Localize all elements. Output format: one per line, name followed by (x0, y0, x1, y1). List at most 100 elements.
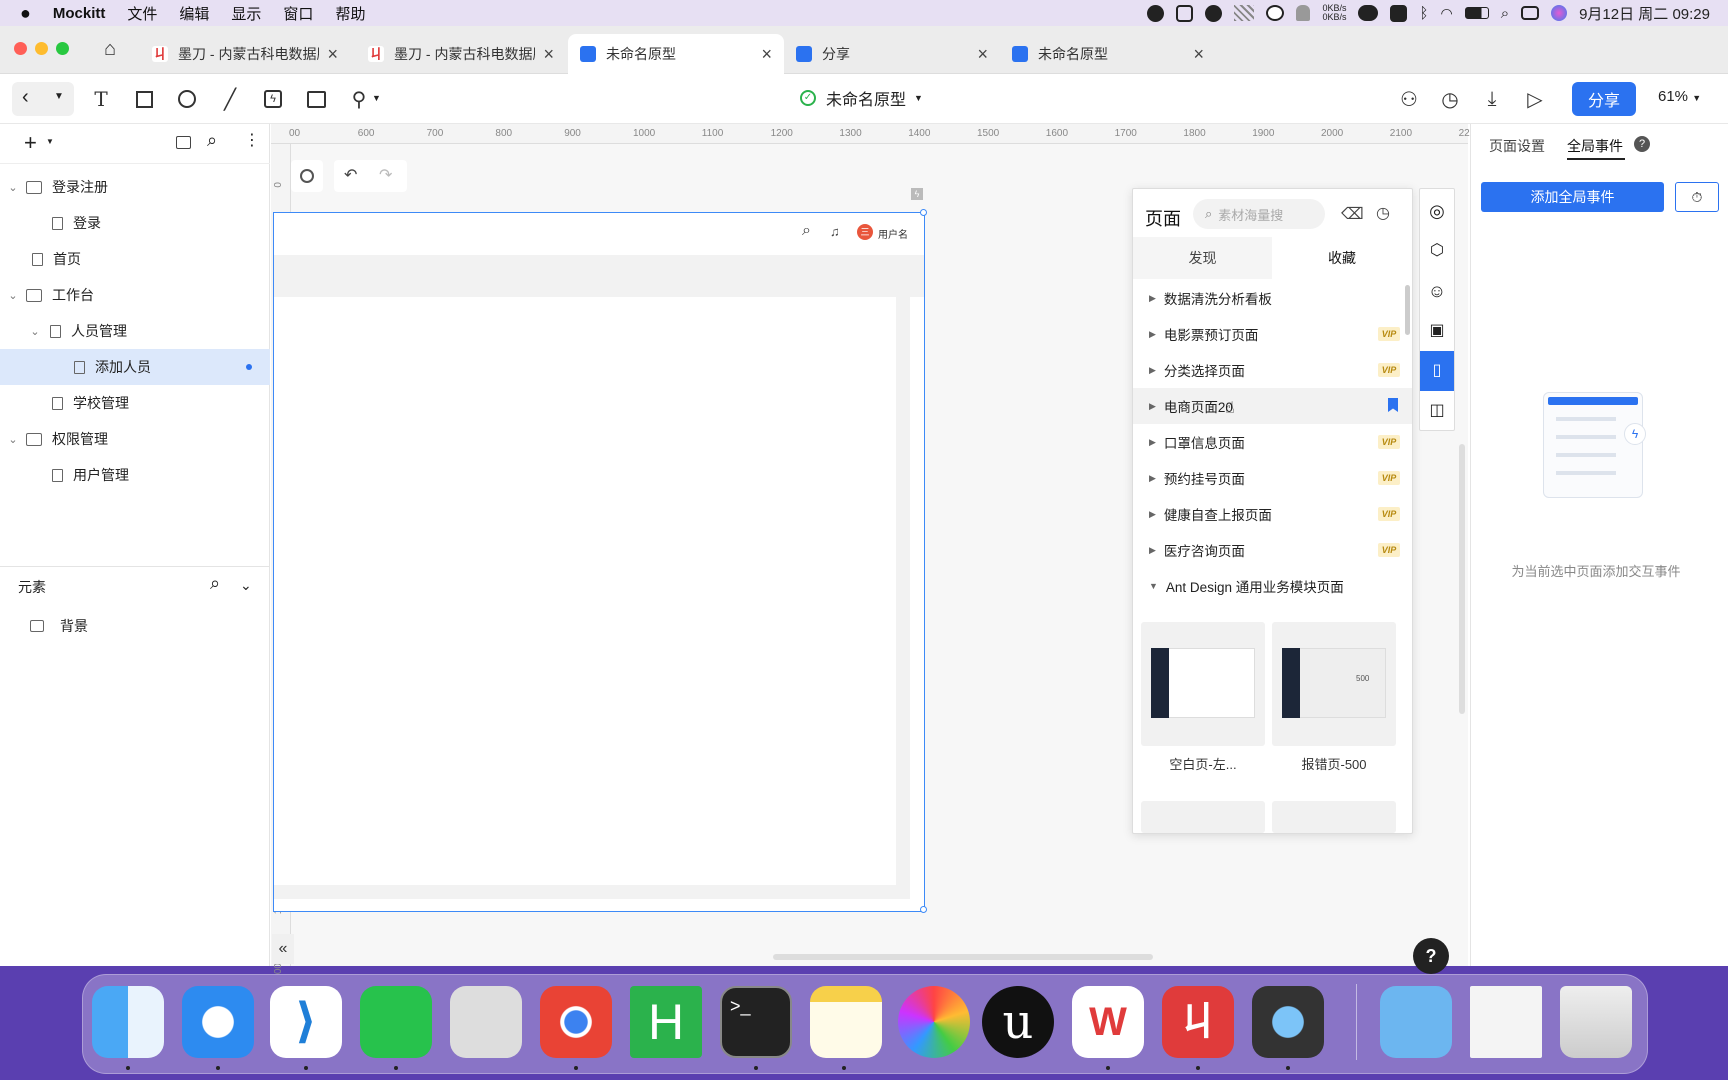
project-title[interactable]: ✓ 未命名原型 ▼ (800, 86, 923, 110)
search-icon[interactable]: ⌕ (802, 222, 811, 240)
user-name[interactable]: 用户名 (878, 226, 908, 241)
wechat-status-icon[interactable] (1358, 5, 1379, 21)
tab-share[interactable]: 分享 × (784, 34, 1000, 74)
template-thumbnail[interactable] (1141, 801, 1265, 833)
cat-icon[interactable] (1296, 5, 1311, 21)
zoom-level[interactable]: 61% ▼ (1658, 88, 1701, 105)
chevron-down-icon[interactable]: ▼ (46, 137, 54, 146)
tab-page-settings[interactable]: 页面设置 (1489, 136, 1545, 156)
tree-item-add-staff[interactable]: 添加人员 (0, 349, 270, 385)
minimize-window-button[interactable] (35, 42, 48, 55)
text-tool-icon[interactable]: T (88, 86, 114, 112)
tree-item-login-register[interactable]: ⌄ 登录注册 (0, 169, 270, 205)
tab-global-events[interactable]: 全局事件 (1567, 136, 1623, 156)
add-global-event-button[interactable]: 添加全局事件 (1481, 182, 1664, 212)
grid-icon[interactable] (1176, 4, 1194, 22)
library-group-header[interactable]: ▼ Ant Design 通用业务模块页面 (1133, 568, 1412, 604)
script-icon[interactable] (1390, 4, 1408, 22)
library-item-hovered[interactable]: ▶ 电商页面20 ☝ (1133, 388, 1412, 424)
target-icon[interactable]: ◎ (1420, 193, 1454, 229)
status-app-icon[interactable] (1205, 4, 1223, 22)
help-button[interactable]: ? (1413, 938, 1449, 974)
back-icon[interactable]: ‹ (22, 86, 29, 109)
close-tab-icon[interactable]: × (543, 44, 554, 65)
menu-app-name[interactable]: Mockitt (53, 5, 106, 22)
redo-icon[interactable]: ↷ (379, 165, 392, 185)
tree-item-home[interactable]: 首页 (0, 241, 270, 277)
close-tab-icon[interactable]: × (977, 44, 988, 65)
eraser-icon[interactable]: ⌫ (1341, 204, 1364, 224)
history-icon[interactable]: ◷ (1437, 86, 1463, 112)
template-thumbnail[interactable] (1272, 801, 1396, 833)
line-tool-icon[interactable]: ╱ (217, 86, 243, 112)
library-item[interactable]: ▶ 电影票预订页面 VIP (1133, 316, 1412, 352)
fullscreen-window-button[interactable] (56, 42, 69, 55)
wechat-devtools-icon[interactable] (450, 986, 522, 1058)
terminal-icon[interactable]: >_ (720, 986, 792, 1058)
search-icon[interactable]: ⌕ (207, 130, 217, 151)
avatar[interactable]: 三 (857, 224, 873, 240)
library-item[interactable]: ▶ 口罩信息页面 VIP (1133, 424, 1412, 460)
settings-button[interactable] (291, 160, 323, 192)
tab-modao-1[interactable]: ㄐ 墨刀 - 内蒙古科电数据服务 × (140, 34, 350, 74)
bluetooth-icon[interactable]: ᛒ (1419, 5, 1428, 22)
menu-view[interactable]: 显示 (231, 3, 261, 24)
add-collaborator-icon[interactable]: ⚇ (1396, 86, 1422, 112)
panel-scrollbar[interactable] (1405, 285, 1410, 335)
download-icon[interactable]: ⤓ (1479, 86, 1505, 112)
stripes-icon[interactable] (1234, 5, 1255, 21)
record-icon[interactable] (1147, 4, 1165, 22)
more-options-icon[interactable]: ⋮ (244, 130, 260, 150)
add-page-icon[interactable]: + (24, 130, 37, 156)
menu-window[interactable]: 窗口 (283, 3, 313, 24)
control-center-icon[interactable] (1521, 6, 1540, 20)
location-pin-icon[interactable]: ⚲ (346, 86, 372, 112)
hbuilder-icon[interactable]: H (630, 986, 702, 1058)
tree-item-school-management[interactable]: 学校管理 (0, 385, 270, 421)
library-item[interactable]: ▶ 医疗咨询页面 VIP (1133, 532, 1412, 568)
menu-edit[interactable]: 编辑 (179, 3, 209, 24)
hotspot-tool-icon[interactable]: ϟ (260, 86, 286, 112)
vertical-scrollbar[interactable] (1459, 444, 1465, 714)
vscode-icon[interactable]: ⟩ (270, 986, 342, 1058)
library-search-input[interactable]: ⌕ 素材海量搜 (1193, 199, 1325, 229)
tab-discover[interactable]: 发现 (1133, 237, 1272, 279)
color-app-icon[interactable] (898, 986, 970, 1058)
share-button[interactable]: 分享 (1572, 82, 1636, 116)
wifi-icon[interactable]: ◠ (1440, 5, 1452, 22)
search-icon[interactable]: ⌕ (1501, 5, 1509, 22)
menu-file[interactable]: 文件 (127, 3, 157, 24)
safari-icon[interactable] (182, 986, 254, 1058)
tab-untitled-prototype-active[interactable]: 未命名原型 × (568, 34, 784, 74)
tab-modao-2[interactable]: ㄐ 墨刀 - 内蒙古科电数据服务 × (356, 34, 566, 74)
menu-help[interactable]: 帮助 (335, 3, 365, 24)
horizontal-scrollbar[interactable] (773, 954, 1153, 960)
ellipse-tool-icon[interactable] (174, 86, 200, 112)
downloads-folder-icon[interactable] (1380, 986, 1452, 1058)
library-item[interactable]: ▶ 健康自查上报页面 VIP (1133, 496, 1412, 532)
library-item[interactable]: ▶ 分类选择页面 VIP (1133, 352, 1412, 388)
collapse-panel-button[interactable]: « (272, 934, 294, 964)
rectangle-tool-icon[interactable] (131, 86, 157, 112)
history-icon[interactable]: ◷ (1376, 203, 1390, 223)
close-tab-icon[interactable]: × (761, 44, 772, 65)
bell-icon[interactable]: ♫ (830, 224, 840, 239)
modao-icon[interactable]: ㄐ (1162, 986, 1234, 1058)
image-icon[interactable]: ▣ (1420, 313, 1454, 349)
library-item[interactable]: ▶ 数据清洗分析看板 (1133, 280, 1412, 316)
tab-untitled-prototype-2[interactable]: 未命名原型 × (1000, 34, 1216, 74)
datetime[interactable]: 9月12日 周二 09:29 (1579, 3, 1710, 24)
resize-handle[interactable] (920, 906, 927, 913)
page-icon[interactable]: ▯ (1420, 351, 1454, 391)
close-tab-icon[interactable]: × (327, 44, 338, 65)
lightning-icon[interactable]: ϟ (911, 188, 923, 200)
layout-icon[interactable]: ◫ (1420, 393, 1454, 429)
chevron-down-icon[interactable]: ▼ (54, 91, 64, 102)
tree-item-login[interactable]: 登录 (0, 205, 270, 241)
preview-play-icon[interactable]: ▷ (1522, 86, 1548, 112)
image-tool-icon[interactable] (303, 86, 329, 112)
tree-item-staff-management[interactable]: ⌄ 人员管理 (0, 313, 270, 349)
resize-handle[interactable] (920, 209, 927, 216)
help-icon[interactable]: ? (1634, 136, 1650, 152)
trash-icon[interactable] (1560, 986, 1632, 1058)
